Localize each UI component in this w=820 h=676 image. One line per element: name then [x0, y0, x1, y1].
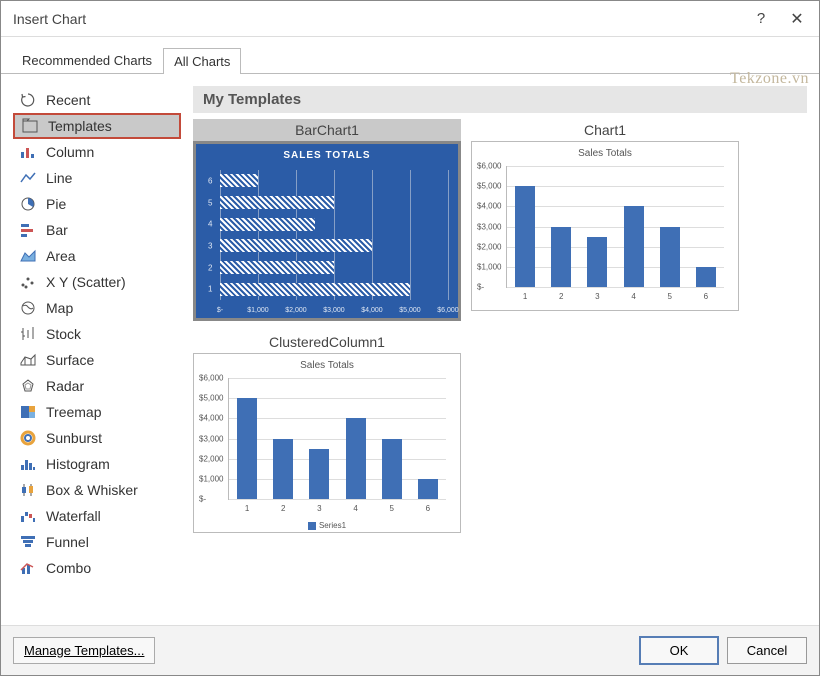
sidebar-item-surface[interactable]: Surface [13, 347, 181, 373]
sidebar-item-label: Histogram [46, 456, 110, 472]
sidebar-item-label: Stock [46, 326, 81, 342]
templates-grid: BarChart1 SALES TOTALS $-$1,000$2,000$3,… [193, 119, 807, 533]
sidebar-item-label: Waterfall [46, 508, 101, 524]
cancel-button[interactable]: Cancel [727, 637, 807, 664]
close-button[interactable]: ✕ [779, 3, 815, 35]
sidebar-item-label: Funnel [46, 534, 89, 550]
sidebar-item-templates[interactable]: Templates [13, 113, 181, 139]
scatter-icon [19, 273, 37, 291]
sidebar-item-boxwhisker[interactable]: Box & Whisker [13, 477, 181, 503]
sidebar-item-line[interactable]: Line [13, 165, 181, 191]
line-icon [19, 169, 37, 187]
ok-button[interactable]: OK [639, 636, 719, 665]
template-title: ClusteredColumn1 [193, 331, 461, 353]
histogram-icon [19, 455, 37, 473]
help-button[interactable]: ? [743, 3, 779, 35]
sidebar-item-column[interactable]: Column [13, 139, 181, 165]
map-icon [19, 299, 37, 317]
template-barchart1[interactable]: BarChart1 SALES TOTALS $-$1,000$2,000$3,… [193, 119, 461, 321]
sunburst-icon [19, 429, 37, 447]
tab-all-charts[interactable]: All Charts [163, 48, 241, 74]
column-icon [19, 143, 37, 161]
sidebar-item-label: Templates [48, 118, 112, 134]
dialog-footer: Manage Templates... OK Cancel [1, 625, 819, 675]
template-preview: Sales Totals $-$1,000$2,000$3,000$4,000$… [471, 141, 739, 311]
treemap-icon [19, 403, 37, 421]
sidebar-item-recent[interactable]: Recent [13, 87, 181, 113]
template-preview: SALES TOTALS $-$1,000$2,000$3,000$4,000$… [193, 141, 461, 321]
bar-icon [19, 221, 37, 239]
sidebar-item-radar[interactable]: Radar [13, 373, 181, 399]
sidebar-item-pie[interactable]: Pie [13, 191, 181, 217]
sidebar-item-label: Line [46, 170, 72, 186]
sidebar-item-sunburst[interactable]: Sunburst [13, 425, 181, 451]
chart-plot: $-$1,000$2,000$3,000$4,000$5,000$6,00012… [506, 166, 724, 288]
chart-title: SALES TOTALS [196, 144, 458, 167]
sidebar-item-stock[interactable]: Stock [13, 321, 181, 347]
dialog-body: Tekzone.vn Recent Templates Column Line … [1, 74, 819, 625]
sidebar-item-label: Pie [46, 196, 66, 212]
chart-title: Sales Totals [472, 142, 738, 165]
titlebar-buttons: ? ✕ [743, 3, 815, 35]
sidebar-item-label: Recent [46, 92, 90, 108]
area-icon [19, 247, 37, 265]
sidebar-item-label: Treemap [46, 404, 102, 420]
manage-templates-button[interactable]: Manage Templates... [13, 637, 155, 664]
section-header: My Templates [193, 86, 807, 113]
pie-icon [19, 195, 37, 213]
waterfall-icon [19, 507, 37, 525]
sidebar-item-label: Combo [46, 560, 91, 576]
sidebar-item-label: Surface [46, 352, 94, 368]
sidebar-item-area[interactable]: Area [13, 243, 181, 269]
sidebar-item-label: Sunburst [46, 430, 102, 446]
template-chart1[interactable]: Chart1 Sales Totals $-$1,000$2,000$3,000… [471, 119, 739, 311]
sidebar-item-label: Radar [46, 378, 84, 394]
sidebar-item-histogram[interactable]: Histogram [13, 451, 181, 477]
template-title: Chart1 [471, 119, 739, 141]
tabstrip: Recommended Charts All Charts [1, 37, 819, 74]
sidebar-item-bar[interactable]: Bar [13, 217, 181, 243]
templates-content: My Templates BarChart1 SALES TOTALS $-$1… [193, 86, 807, 613]
radar-icon [19, 377, 37, 395]
stock-icon [19, 325, 37, 343]
tab-recommended-charts[interactable]: Recommended Charts [11, 47, 163, 73]
templates-icon [21, 117, 39, 135]
watermark: Tekzone.vn [730, 70, 809, 88]
sidebar-item-label: Map [46, 300, 73, 316]
insert-chart-dialog: Insert Chart ? ✕ Recommended Charts All … [0, 0, 820, 676]
sidebar-item-label: Area [46, 248, 76, 264]
sidebar-item-label: Box & Whisker [46, 482, 138, 498]
chart-plot: $-$1,000$2,000$3,000$4,000$5,000$6,00065… [220, 170, 448, 300]
template-title: BarChart1 [193, 119, 461, 141]
chart-legend: Series1 [194, 521, 460, 530]
chart-plot: $-$1,000$2,000$3,000$4,000$5,000$6,00012… [228, 378, 446, 500]
sidebar-item-combo[interactable]: Combo [13, 555, 181, 581]
boxwhisker-icon [19, 481, 37, 499]
sidebar-item-scatter[interactable]: X Y (Scatter) [13, 269, 181, 295]
template-preview: Sales Totals $-$1,000$2,000$3,000$4,000$… [193, 353, 461, 533]
funnel-icon [19, 533, 37, 551]
recent-icon [19, 91, 37, 109]
sidebar-item-funnel[interactable]: Funnel [13, 529, 181, 555]
sidebar-item-label: X Y (Scatter) [46, 274, 126, 290]
sidebar-item-waterfall[interactable]: Waterfall [13, 503, 181, 529]
sidebar-item-map[interactable]: Map [13, 295, 181, 321]
combo-icon [19, 559, 37, 577]
sidebar-item-label: Bar [46, 222, 68, 238]
sidebar-item-label: Column [46, 144, 94, 160]
titlebar: Insert Chart ? ✕ [1, 1, 819, 37]
chart-type-sidebar: Recent Templates Column Line Pie Bar [13, 86, 181, 613]
template-clusteredcolumn1[interactable]: ClusteredColumn1 Sales Totals $-$1,000$2… [193, 331, 461, 533]
dialog-title: Insert Chart [13, 11, 743, 27]
surface-icon [19, 351, 37, 369]
sidebar-item-treemap[interactable]: Treemap [13, 399, 181, 425]
chart-title: Sales Totals [194, 354, 460, 377]
